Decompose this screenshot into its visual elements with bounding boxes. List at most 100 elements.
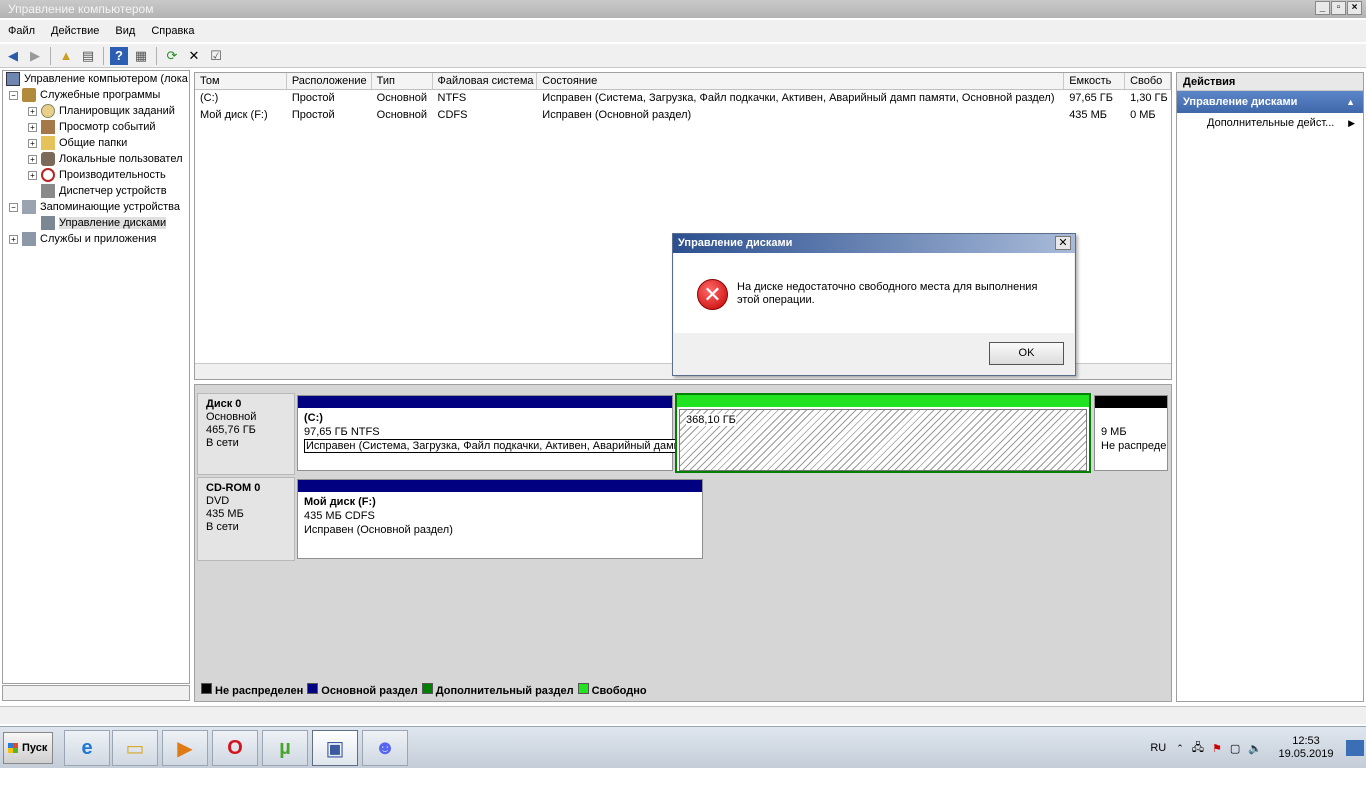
tree-item-shared-folders[interactable]: + Общие папки <box>3 135 189 151</box>
volume-list-header: Том Расположение Тип Файловая система Со… <box>195 73 1171 90</box>
console-tree: Управление компьютером (лока − Служебные… <box>2 70 190 684</box>
menu-action[interactable]: Действие <box>43 25 107 37</box>
tree-item-device-manager[interactable]: Диспетчер устройств <box>3 183 189 199</box>
tree-item-event-viewer[interactable]: + Просмотр событий <box>3 119 189 135</box>
legend-unallocated: Не распределен <box>201 683 303 697</box>
table-row[interactable]: (C:) Простой Основной NTFS Исправен (Сис… <box>195 90 1171 107</box>
services-icon <box>22 232 36 246</box>
expand-icon[interactable]: + <box>28 122 37 132</box>
column-capacity[interactable]: Емкость <box>1064 73 1126 89</box>
toolbar-separator <box>50 46 51 65</box>
disk-0-label[interactable]: Диск 0 Основной 465,76 ГБ В сети <box>197 393 295 475</box>
tree-item-services-apps[interactable]: + Службы и приложения <box>3 231 189 247</box>
properties-icon[interactable]: ▦ <box>132 47 150 65</box>
actions-more-actions[interactable]: Дополнительные дейст... ▶ <box>1177 113 1363 133</box>
show-hide-tree-icon[interactable]: ▤ <box>79 47 97 65</box>
error-dialog: Управление дисками ✕ ✕ На диске недостат… <box>672 233 1076 376</box>
column-type[interactable]: Тип <box>372 73 433 89</box>
legend-swatch <box>577 683 589 694</box>
actions-section-disk-management[interactable]: Управление дисками ▲ <box>1177 91 1363 113</box>
tree-root[interactable]: Управление компьютером (лока <box>3 71 189 87</box>
disk-graphical-view: Диск 0 Основной 465,76 ГБ В сети (C:) 97… <box>194 384 1172 702</box>
disk-management-icon <box>41 216 55 230</box>
dialog-title: Управление дисками <box>673 234 1075 253</box>
clock[interactable]: 12:53 19.05.2019 <box>1266 735 1346 761</box>
toolbar-separator <box>103 46 104 65</box>
partition-c[interactable]: (C:) 97,65 ГБ NTFS Исправен (Система, За… <box>297 395 821 471</box>
column-layout[interactable]: Расположение <box>287 73 372 89</box>
tree-item-local-users[interactable]: + Локальные пользовател <box>3 151 189 167</box>
tree-item-task-scheduler[interactable]: + Планировщик заданий <box>3 103 189 119</box>
partition-free[interactable]: 368,10 ГБ <box>675 393 1091 473</box>
language-indicator[interactable]: RU <box>1150 742 1166 754</box>
up-folder-icon[interactable]: ▲ <box>57 47 75 65</box>
performance-icon <box>41 168 55 182</box>
check-icon[interactable]: ☑ <box>207 47 225 65</box>
menu-bar: Файл Действие Вид Справка <box>0 20 1366 42</box>
ok-button[interactable]: OK <box>989 342 1064 365</box>
menu-view[interactable]: Вид <box>107 25 143 37</box>
column-free-space[interactable]: Свобо <box>1125 73 1171 89</box>
tree-horizontal-scrollbar[interactable] <box>2 685 190 701</box>
network-icon[interactable]: 🖧 <box>1192 739 1204 758</box>
display-icon[interactable]: ▢ <box>1230 742 1240 755</box>
show-desktop-icon[interactable] <box>1346 740 1364 756</box>
menu-file[interactable]: Файл <box>0 25 43 37</box>
dialog-close-button[interactable]: ✕ <box>1055 236 1071 250</box>
volume-icon[interactable]: 🔈 <box>1248 742 1262 755</box>
taskbar: Пуск e ▭ ▶ O µ ▣ ☻ RU ⌃ 🖧 ⚑ ▢ 🔈 12:53 19… <box>0 726 1366 768</box>
discord-icon[interactable]: ☻ <box>362 730 408 766</box>
tree-item-disk-management[interactable]: Управление дисками <box>3 215 189 231</box>
column-volume[interactable]: Том <box>195 73 287 89</box>
legend-primary: Основной раздел <box>307 683 418 697</box>
column-status[interactable]: Состояние <box>537 73 1065 89</box>
media-player-icon[interactable]: ▶ <box>162 730 208 766</box>
tree-item-storage[interactable]: − Запоминающие устройства <box>3 199 189 215</box>
window-title: Управление компьютером <box>8 2 154 16</box>
expand-icon[interactable]: + <box>28 106 37 116</box>
tools-icon <box>22 88 36 102</box>
device-manager-icon <box>41 184 55 198</box>
dialog-message: На диске недостаточно свободного места д… <box>737 281 1038 306</box>
explorer-icon[interactable]: ▭ <box>112 730 158 766</box>
event-log-icon <box>41 120 55 134</box>
tree-item-system-tools[interactable]: − Служебные программы <box>3 87 189 103</box>
column-filesystem[interactable]: Файловая система <box>433 73 538 89</box>
menu-help[interactable]: Справка <box>143 25 202 37</box>
table-row[interactable]: Мой диск (F:) Простой Основной CDFS Испр… <box>195 107 1171 124</box>
help-icon[interactable]: ? <box>110 46 128 65</box>
expand-icon[interactable]: + <box>28 170 37 180</box>
legend-swatch <box>201 683 212 694</box>
show-hidden-icons-icon[interactable]: ⌃ <box>1176 743 1184 754</box>
status-bar <box>0 706 1366 724</box>
toolbar: ◀ ▶ ▲ ▤ ? ▦ ⟳ ✕ ☑ <box>0 44 1366 68</box>
legend-free: Свободно <box>577 683 647 697</box>
refresh-icon[interactable]: ⟳ <box>163 47 181 65</box>
forward-arrow-icon[interactable]: ▶ <box>26 47 44 65</box>
expand-icon[interactable]: + <box>9 234 18 244</box>
start-button[interactable]: Пуск <box>3 732 53 764</box>
shared-folder-icon <box>41 136 55 150</box>
expand-icon[interactable]: + <box>28 138 37 148</box>
collapse-up-icon[interactable]: ▲ <box>1346 91 1355 113</box>
back-arrow-icon[interactable]: ◀ <box>4 47 22 65</box>
action-center-icon[interactable]: ⚑ <box>1212 742 1222 755</box>
expand-icon[interactable]: + <box>28 154 37 164</box>
users-icon <box>41 152 55 166</box>
partition-unallocated[interactable]: 9 МБ Не распреде <box>1094 395 1168 471</box>
storage-icon <box>22 200 36 214</box>
opera-icon[interactable]: O <box>212 730 258 766</box>
delete-icon[interactable]: ✕ <box>185 47 203 65</box>
partition-f[interactable]: Мой диск (F:) 435 МБ CDFS Исправен (Осно… <box>297 479 703 559</box>
tree-item-performance[interactable]: + Производительность <box>3 167 189 183</box>
computer-icon <box>6 72 20 86</box>
collapse-icon[interactable]: − <box>9 202 18 212</box>
cdrom-0-label[interactable]: CD-ROM 0 DVD 435 МБ В сети <box>197 477 295 561</box>
computer-management-icon[interactable]: ▣ <box>312 730 358 766</box>
utorrent-icon[interactable]: µ <box>262 730 308 766</box>
close-button[interactable]: × <box>1347 1 1362 15</box>
ie-icon[interactable]: e <box>64 730 110 766</box>
minimize-button[interactable]: _ <box>1315 1 1330 15</box>
collapse-icon[interactable]: − <box>9 90 18 100</box>
maximize-button[interactable]: ▫ <box>1331 1 1346 15</box>
